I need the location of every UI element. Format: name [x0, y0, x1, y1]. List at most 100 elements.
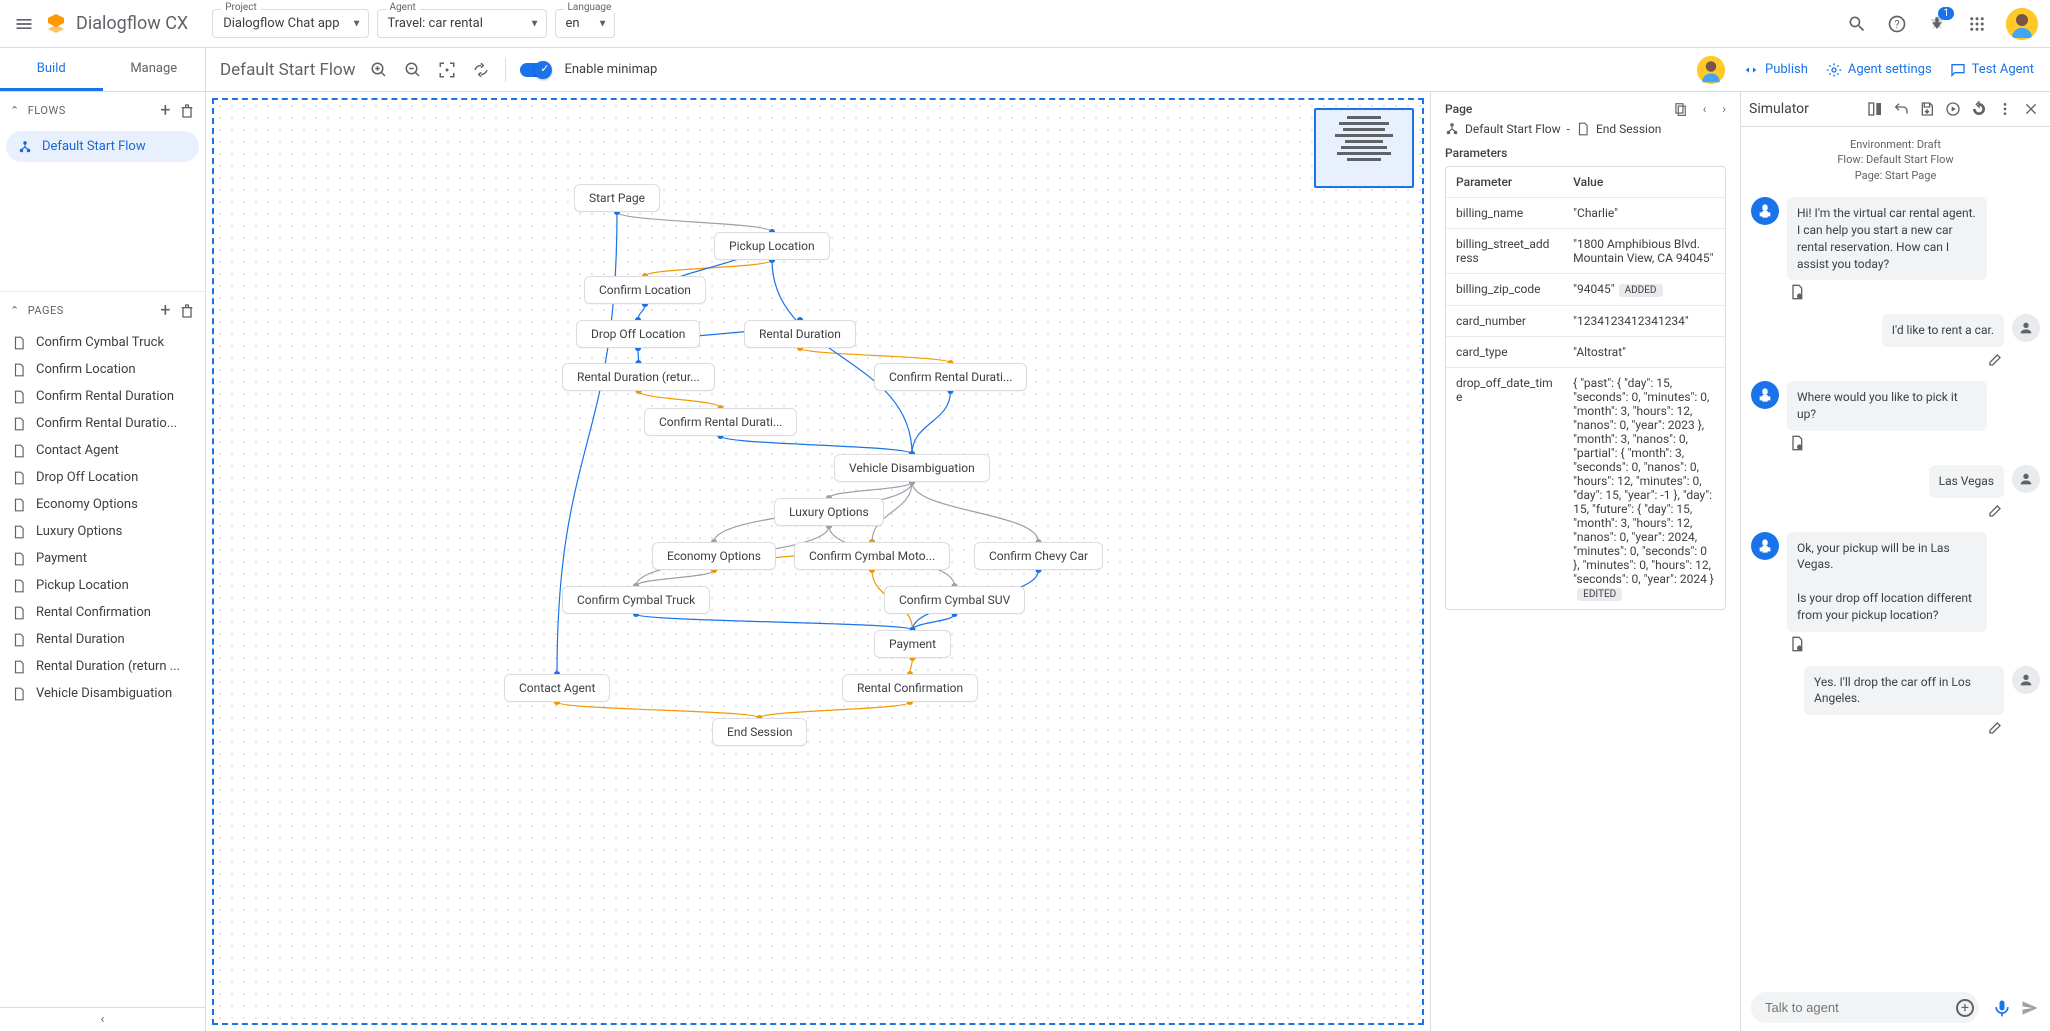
- flow-node[interactable]: Confirm Location: [584, 276, 706, 304]
- save-icon[interactable]: [1916, 98, 1938, 120]
- collapse-sidebar-button[interactable]: ‹: [0, 1007, 205, 1031]
- flow-node[interactable]: Confirm Rental Durati...: [874, 363, 1027, 391]
- flow-node[interactable]: Confirm Chevy Car: [974, 542, 1103, 570]
- apps-icon[interactable]: [1966, 13, 1988, 35]
- flow-node[interactable]: Rental Confirmation: [842, 674, 978, 702]
- fit-icon[interactable]: [437, 60, 457, 80]
- add-content-icon[interactable]: +: [1956, 999, 1974, 1017]
- status-chip: ADDED: [1619, 284, 1663, 297]
- flow-node[interactable]: Luxury Options: [774, 498, 884, 526]
- simulator-panel: Page ‹ › Default Start Flow - End Sessio…: [1430, 92, 1740, 1031]
- add-flow-icon[interactable]: +: [160, 100, 171, 121]
- page-item[interactable]: Luxury Options: [0, 518, 205, 545]
- mic-icon[interactable]: [1992, 998, 2012, 1018]
- delete-flow-icon[interactable]: [179, 103, 195, 119]
- undo-icon[interactable]: [1890, 98, 1912, 120]
- svg-text:?: ?: [1894, 18, 1899, 31]
- page-item[interactable]: Confirm Rental Duratio...: [0, 410, 205, 437]
- page-item[interactable]: Drop Off Location: [0, 464, 205, 491]
- user-avatar-small: [2012, 314, 2040, 342]
- agent-avatar: [1751, 381, 1779, 409]
- page-item[interactable]: Rental Confirmation: [0, 599, 205, 626]
- add-page-icon[interactable]: +: [160, 300, 171, 321]
- chat-input[interactable]: [1751, 992, 1979, 1023]
- rotate-icon[interactable]: [471, 60, 491, 80]
- search-icon[interactable]: [1846, 13, 1868, 35]
- flow-node[interactable]: Rental Duration: [744, 320, 856, 348]
- page-item[interactable]: Contact Agent: [0, 437, 205, 464]
- user-avatar[interactable]: [2006, 8, 2038, 40]
- minimap-toggle[interactable]: ✓: [520, 63, 550, 77]
- response-meta-icon[interactable]: [1787, 284, 1807, 300]
- page-item[interactable]: Pickup Location: [0, 572, 205, 599]
- tab-manage[interactable]: Manage: [103, 48, 206, 91]
- collapse-icon[interactable]: ⌃: [10, 104, 20, 117]
- edit-message-icon[interactable]: [1751, 719, 2004, 735]
- publish-button[interactable]: Publish: [1743, 62, 1808, 78]
- reset-icon[interactable]: [1968, 98, 1990, 120]
- notification-badge: 1: [1938, 7, 1954, 20]
- project-dropdown[interactable]: Project Dialogflow Chat app ▼: [212, 9, 368, 38]
- agent-settings-button[interactable]: Agent settings: [1826, 62, 1932, 78]
- user-message: Las Vegas: [1751, 465, 2040, 498]
- page-item[interactable]: Confirm Location: [0, 356, 205, 383]
- mini-avatar[interactable]: [1697, 56, 1725, 84]
- parameter-row: billing_zip_code"94045"ADDED: [1446, 274, 1725, 306]
- page-item[interactable]: Payment: [0, 545, 205, 572]
- flow-node[interactable]: Vehicle Disambiguation: [834, 454, 990, 482]
- more-icon[interactable]: [1994, 98, 2016, 120]
- parameter-row: billing_street_address"1800 Amphibious B…: [1446, 229, 1725, 274]
- page-icon: [12, 660, 26, 674]
- flow-node[interactable]: Rental Duration (retur...: [562, 363, 715, 391]
- prev-icon[interactable]: ‹: [1703, 102, 1707, 116]
- next-icon[interactable]: ›: [1722, 102, 1726, 116]
- page-item[interactable]: Confirm Rental Duration: [0, 383, 205, 410]
- page-item[interactable]: Confirm Cymbal Truck: [0, 329, 205, 356]
- page-item[interactable]: Economy Options: [0, 491, 205, 518]
- page-icon: [12, 498, 26, 512]
- send-icon[interactable]: [2020, 998, 2040, 1018]
- tab-build[interactable]: Build: [0, 48, 103, 91]
- close-icon[interactable]: [2020, 98, 2042, 120]
- flow-node[interactable]: Payment: [874, 630, 951, 658]
- menu-icon[interactable]: [12, 12, 36, 36]
- edit-message-icon[interactable]: [1751, 502, 2004, 518]
- help-icon[interactable]: ?: [1886, 13, 1908, 35]
- chevron-down-icon: ▼: [530, 18, 540, 29]
- flow-node[interactable]: Economy Options: [652, 542, 776, 570]
- flow-canvas[interactable]: Start Page Pickup Location Confirm Locatio…: [206, 92, 1430, 1031]
- zoom-out-icon[interactable]: [403, 60, 423, 80]
- agent-message: Ok, your pickup will be in Las Vegas.Is …: [1751, 532, 2040, 632]
- flow-node[interactable]: Confirm Cymbal Truck: [562, 586, 710, 614]
- flow-node[interactable]: End Session: [712, 718, 807, 746]
- copy-icon[interactable]: [1673, 102, 1687, 116]
- flow-node[interactable]: Start Page: [574, 184, 660, 212]
- flow-node[interactable]: Drop Off Location: [576, 320, 700, 348]
- play-icon[interactable]: [1942, 98, 1964, 120]
- page-icon: [12, 525, 26, 539]
- page-icon: [12, 579, 26, 593]
- page-item[interactable]: Rental Duration (return ...: [0, 653, 205, 680]
- page-icon: [12, 552, 26, 566]
- language-dropdown[interactable]: Language en ▼: [555, 9, 615, 38]
- minimap[interactable]: [1314, 108, 1414, 188]
- zoom-in-icon[interactable]: [369, 60, 389, 80]
- layout-icon[interactable]: [1864, 98, 1886, 120]
- notifications-icon[interactable]: 1: [1926, 13, 1948, 35]
- response-meta-icon[interactable]: [1787, 435, 1807, 451]
- flow-node[interactable]: Contact Agent: [504, 674, 610, 702]
- page-icon: [12, 606, 26, 620]
- flow-node[interactable]: Confirm Cymbal SUV: [884, 586, 1025, 614]
- flow-node[interactable]: Pickup Location: [714, 232, 830, 260]
- flow-item[interactable]: Default Start Flow: [6, 131, 199, 162]
- edit-message-icon[interactable]: [1751, 351, 2004, 367]
- test-agent-button[interactable]: Test Agent: [1950, 62, 2034, 78]
- flow-node[interactable]: Confirm Cymbal Moto...: [794, 542, 950, 570]
- collapse-icon[interactable]: ⌃: [10, 304, 20, 317]
- page-item[interactable]: Rental Duration: [0, 626, 205, 653]
- response-meta-icon[interactable]: [1787, 636, 1807, 652]
- agent-dropdown[interactable]: Agent Travel: car rental ▼: [377, 9, 547, 38]
- flow-node[interactable]: Confirm Rental Durati...: [644, 408, 797, 436]
- delete-page-icon[interactable]: [179, 303, 195, 319]
- page-item[interactable]: Vehicle Disambiguation: [0, 680, 205, 707]
